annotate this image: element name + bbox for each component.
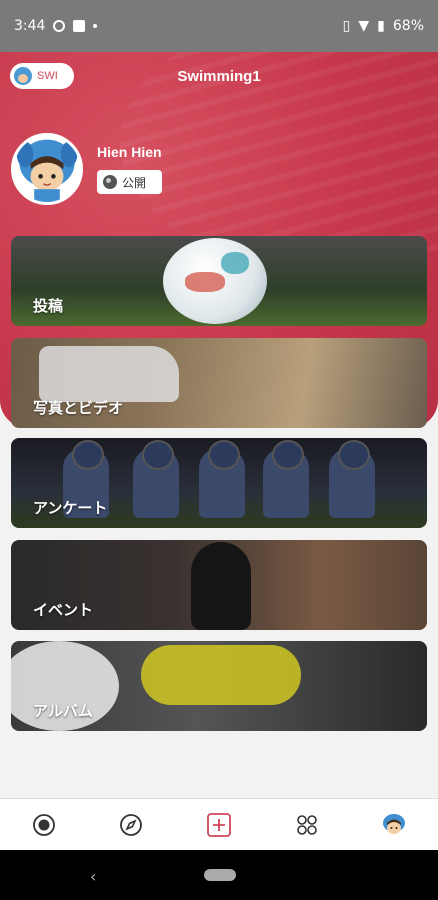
goalkeeper-glove-image <box>141 645 301 705</box>
visibility-label: 公開 <box>122 175 147 190</box>
vibrate-icon: ▯ <box>342 18 351 34</box>
category-label: イベント <box>33 601 94 619</box>
app-notification-icon <box>73 20 86 32</box>
category-label: 写真とビデオ <box>33 399 124 417</box>
compass-icon <box>120 813 143 836</box>
soccer-ball-image <box>163 238 267 324</box>
more-notifications-icon <box>93 24 98 28</box>
notification-icon <box>53 20 66 32</box>
visibility-badge[interactable]: 公開 <box>97 170 162 194</box>
user-name: Hien Hien <box>97 144 162 160</box>
wifi-icon: ▼ <box>358 18 370 34</box>
back-icon[interactable]: ‹ <box>90 867 96 886</box>
football-player-image <box>133 440 179 518</box>
clock: 3:44 <box>14 18 46 34</box>
page-title: Swimming1 <box>177 68 261 85</box>
battery-icon: ▮ <box>377 18 385 34</box>
battery-level: 68% <box>392 18 424 34</box>
nav-add[interactable] <box>199 805 239 845</box>
system-navigation-bar: ‹ <box>0 850 438 900</box>
nav-home[interactable] <box>24 805 64 845</box>
globe-icon <box>103 175 117 189</box>
home-icon <box>32 813 55 836</box>
status-bar: 3:44 ▯ ▼ ▮ 68% <box>0 0 438 52</box>
avatar[interactable] <box>11 133 83 205</box>
add-icon <box>207 812 231 837</box>
apps-icon <box>296 814 317 835</box>
football-player-image <box>199 440 245 518</box>
bottom-navigation <box>0 798 438 850</box>
football-player-image <box>263 440 309 518</box>
profile-avatar-icon <box>383 813 406 834</box>
rally-car-image <box>39 346 179 402</box>
nav-explore[interactable] <box>111 805 151 845</box>
category-label: 投稿 <box>33 297 64 315</box>
category-card-album[interactable]: アルバム <box>11 641 427 731</box>
nav-apps[interactable] <box>287 805 327 845</box>
category-label: アルバム <box>33 702 93 720</box>
nav-profile[interactable] <box>374 805 414 845</box>
category-label: アンケート <box>33 499 108 517</box>
fencer-image <box>191 542 251 630</box>
category-card-posts[interactable]: 投稿 <box>11 236 427 326</box>
category-card-event[interactable]: イベント <box>11 540 427 630</box>
football-player-image <box>329 440 375 518</box>
home-pill-icon[interactable] <box>204 869 236 881</box>
category-card-photos-videos[interactable]: 写真とビデオ <box>11 338 427 428</box>
category-card-survey[interactable]: アンケート <box>11 438 427 528</box>
